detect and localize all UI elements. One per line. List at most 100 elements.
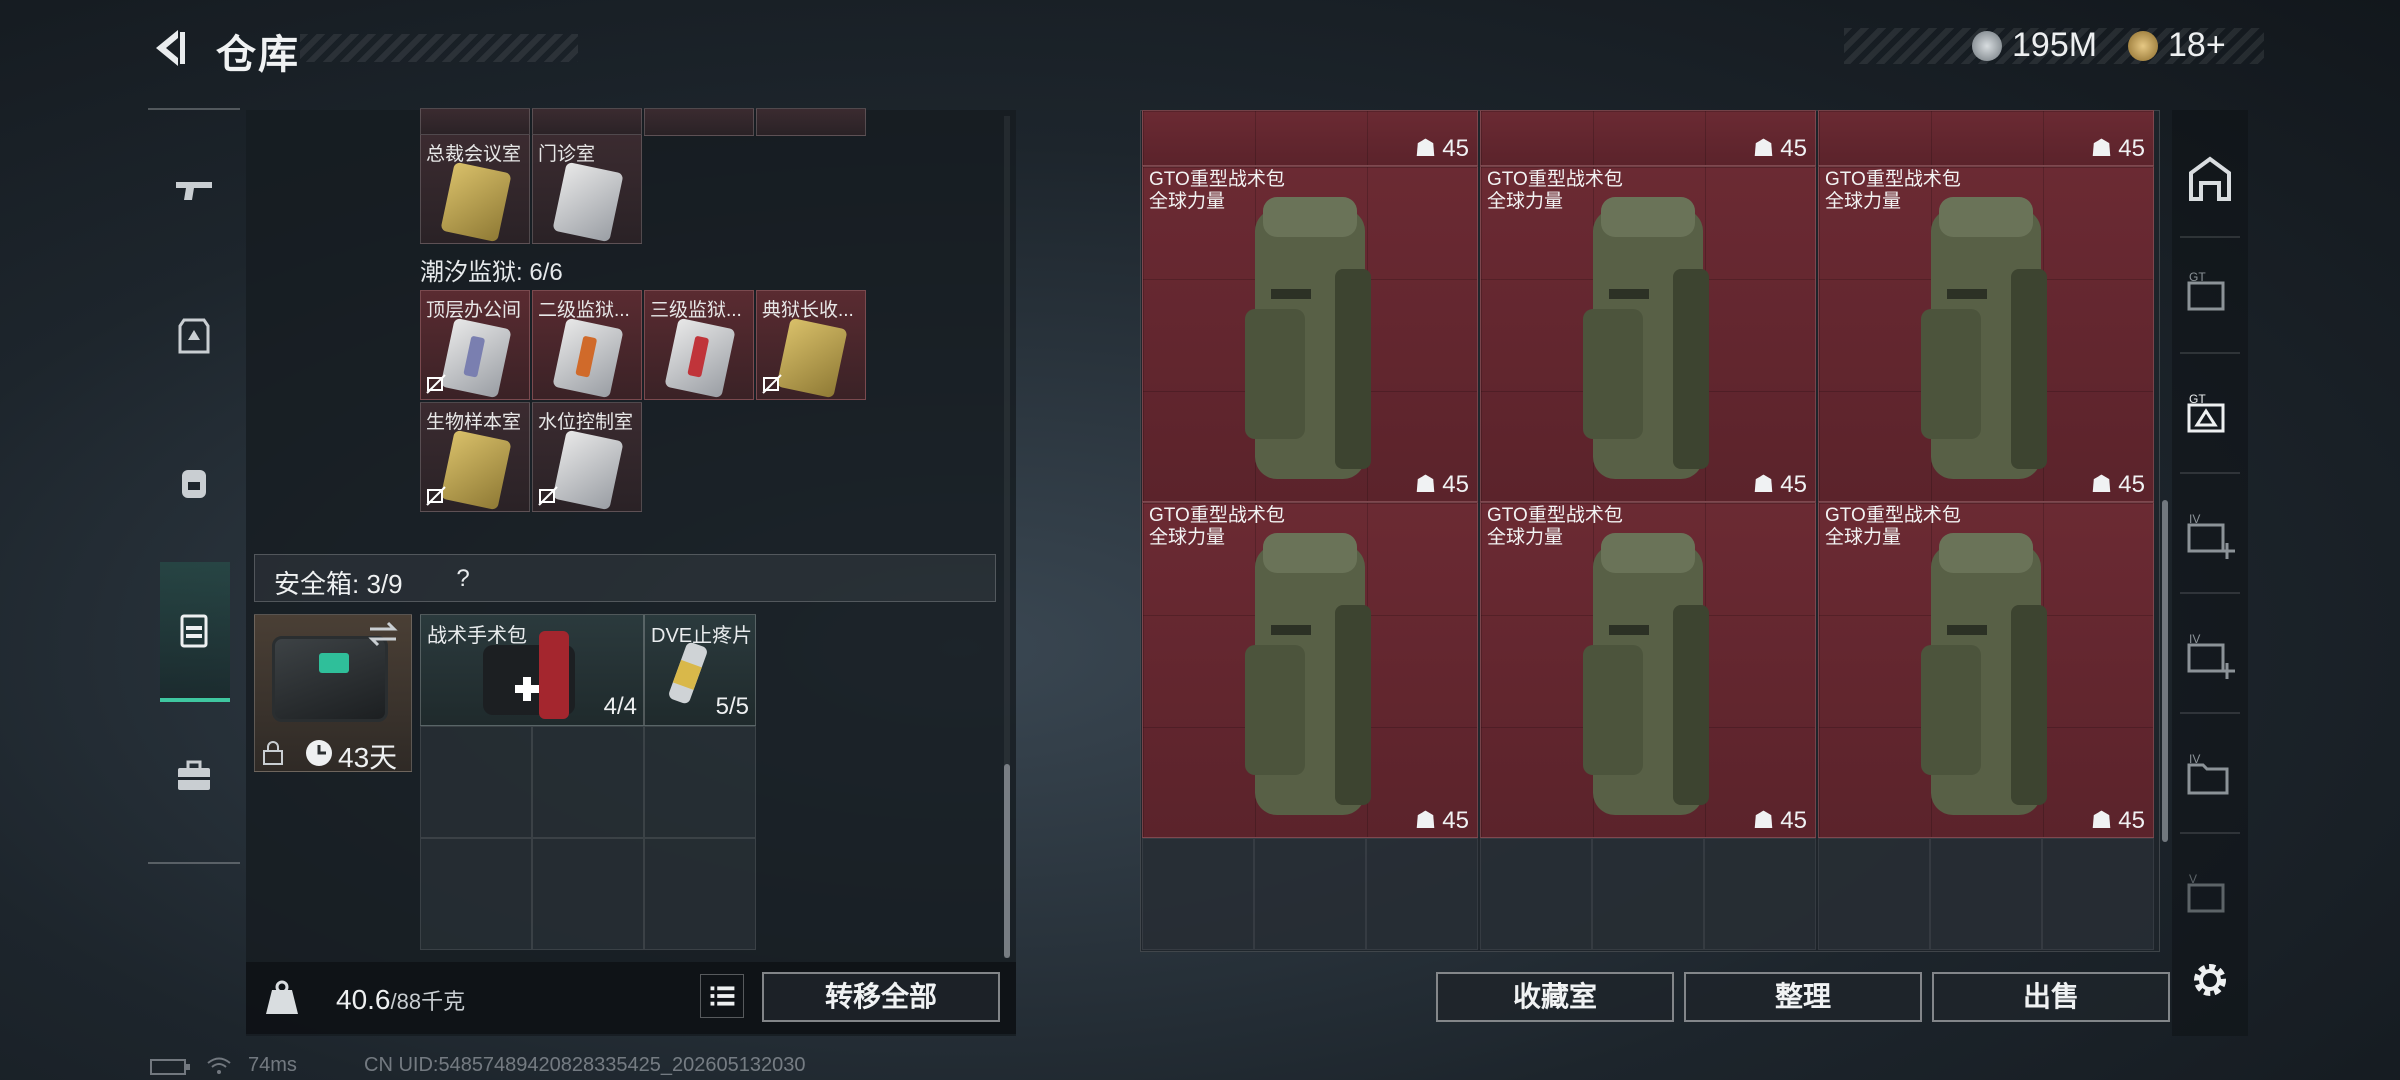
- help-button[interactable]: ?: [446, 562, 480, 596]
- item-count: ☗ 45: [1752, 134, 1807, 163]
- keycard-slot[interactable]: 三级监狱...: [644, 290, 754, 400]
- keycard-icon: [440, 429, 512, 511]
- swap-icon[interactable]: [366, 620, 400, 648]
- nav-safebox[interactable]: [158, 594, 230, 666]
- weight-max: /88千克: [390, 989, 466, 1014]
- weight-class-icon: ☗: [2090, 471, 2113, 498]
- empty-slot[interactable]: [1480, 838, 1592, 950]
- nav-toolbox[interactable]: [158, 740, 230, 812]
- keycard-slot[interactable]: 顶层办公间: [420, 290, 530, 400]
- empty-slot[interactable]: [1704, 838, 1816, 950]
- backpack-item[interactable]: GTO重型战术包 全球力量 ☗ 45: [1480, 166, 1816, 502]
- keycard-slot[interactable]: 门诊室: [532, 134, 642, 244]
- stash-tab-2[interactable]: GT: [2180, 264, 2240, 324]
- nav-armor[interactable]: [158, 300, 230, 372]
- backpack-item[interactable]: GTO重型战术包 全球力量 ☗ 45: [1142, 166, 1478, 502]
- empty-slot[interactable]: [1818, 838, 1930, 950]
- keycard-slot[interactable]: 二级监狱...: [532, 290, 642, 400]
- safebox-item[interactable]: DVE止疼片 5/5: [644, 614, 756, 726]
- nav-backpack[interactable]: [158, 446, 230, 518]
- backpack-item-partial[interactable]: ☗ 45: [1480, 110, 1816, 166]
- stash-tab-folder[interactable]: IV: [2180, 746, 2240, 806]
- weight-icon: [266, 980, 298, 1014]
- right-scroll-thumb[interactable]: [2162, 500, 2168, 842]
- empty-slot[interactable]: [1366, 838, 1478, 950]
- list-view-icon[interactable]: [700, 974, 744, 1018]
- toolbox-icon: [178, 760, 210, 790]
- slot-partial[interactable]: [644, 108, 754, 136]
- collection-button[interactable]: 收藏室: [1436, 972, 1674, 1022]
- backpack-item[interactable]: GTO重型战术包 全球力量 ☗ 45: [1818, 166, 2154, 502]
- empty-slot[interactable]: [1142, 838, 1254, 950]
- item-name: GTO重型战术包: [1487, 505, 1623, 526]
- item-brand: 全球力量: [1487, 527, 1564, 548]
- settings-button[interactable]: [2180, 950, 2240, 1010]
- svg-text:GT: GT: [2189, 392, 2206, 406]
- uid-text: CN UID:548574894208283354​25_20260513203…: [364, 1054, 806, 1076]
- keycard-icon: [552, 429, 624, 511]
- sell-button[interactable]: 出售: [1932, 972, 2170, 1022]
- weight-class-icon: ☗: [1414, 807, 1437, 834]
- back-arrow-icon[interactable]: [148, 26, 192, 70]
- left-scroll-thumb[interactable]: [1004, 764, 1010, 958]
- folder-icon: IV: [2187, 752, 2229, 795]
- transfer-all-button[interactable]: 转移全部: [762, 972, 1000, 1022]
- coin-balance[interactable]: 195M: [1972, 26, 2097, 65]
- backpack-item[interactable]: GTO重型战术包 全球力量 ☗ 45: [1480, 502, 1816, 838]
- stash-tab-locked[interactable]: V: [2180, 866, 2240, 926]
- item-count: ☗ 45: [1752, 470, 1807, 499]
- empty-slot[interactable]: [1930, 838, 2042, 950]
- coin-icon: [1972, 30, 2002, 61]
- keycard-icon: [664, 317, 736, 399]
- title-decoration: [300, 34, 578, 62]
- empty-slot[interactable]: [1592, 838, 1704, 950]
- keycard-slot[interactable]: 生物样本室: [420, 402, 530, 512]
- nav-weapons[interactable]: [158, 154, 230, 226]
- sort-button[interactable]: 整理: [1684, 972, 1922, 1022]
- backpack-item-partial[interactable]: ☗ 45: [1142, 110, 1478, 166]
- weight-class-icon: ☗: [1414, 471, 1437, 498]
- no-carry-icon: [762, 374, 782, 394]
- stash-tab-main[interactable]: [2180, 150, 2240, 210]
- slot-partial[interactable]: [532, 108, 642, 136]
- backpack-icon: [1583, 197, 1709, 479]
- keycard-icon: [776, 317, 848, 399]
- weight-readout: 40.6/88千克: [336, 984, 465, 1016]
- safebox-image: [272, 636, 388, 722]
- item-brand: 全球力量: [1149, 191, 1226, 212]
- keycard-slot[interactable]: 水位控制室: [532, 402, 642, 512]
- keycard-slot[interactable]: 总裁会议室: [420, 134, 530, 244]
- stash-tab-add-1[interactable]: IV: [2180, 506, 2240, 566]
- add-stash-icon: IV: [2187, 632, 2235, 679]
- empty-slot[interactable]: [420, 726, 532, 838]
- safebox-item[interactable]: 战术手术包 4/4: [420, 614, 644, 726]
- empty-slot[interactable]: [532, 838, 644, 950]
- slot-partial[interactable]: [420, 108, 530, 136]
- empty-slot[interactable]: [532, 726, 644, 838]
- backpack-icon: [1921, 197, 2047, 479]
- armor-icon: [178, 318, 210, 354]
- item-count: ☗ 45: [1414, 470, 1469, 499]
- empty-slot[interactable]: [644, 726, 756, 838]
- empty-slot[interactable]: [420, 838, 532, 950]
- weight-class-icon: ☗: [1752, 471, 1775, 498]
- empty-slot[interactable]: [644, 838, 756, 950]
- keycard-icon: [440, 317, 512, 399]
- add-stash-icon: IV: [2187, 512, 2235, 559]
- stash-home-icon: [2189, 156, 2231, 201]
- slot-partial[interactable]: [756, 108, 866, 136]
- page-title: 仓库: [216, 33, 300, 77]
- empty-slot[interactable]: [1254, 838, 1366, 950]
- stash-tab-add-2[interactable]: IV: [2180, 626, 2240, 686]
- token-balance[interactable]: 18+: [2128, 26, 2226, 65]
- empty-slot[interactable]: [2042, 838, 2154, 950]
- backpack-item[interactable]: GTO重型战术包 全球力量 ☗ 45: [1142, 502, 1478, 838]
- backpack-item[interactable]: GTO重型战术包 全球力量 ☗ 45: [1818, 502, 2154, 838]
- stash-tab-3[interactable]: GT: [2180, 386, 2240, 446]
- item-name: GTO重型战术包: [1825, 169, 1961, 190]
- backpack-item-partial[interactable]: ☗ 45: [1818, 110, 2154, 166]
- keycard-slot[interactable]: 典狱长收...: [756, 290, 866, 400]
- weight-class-icon: ☗: [1414, 135, 1437, 162]
- item-count: 5/5: [715, 693, 749, 720]
- weight-current: 40.6: [336, 984, 391, 1015]
